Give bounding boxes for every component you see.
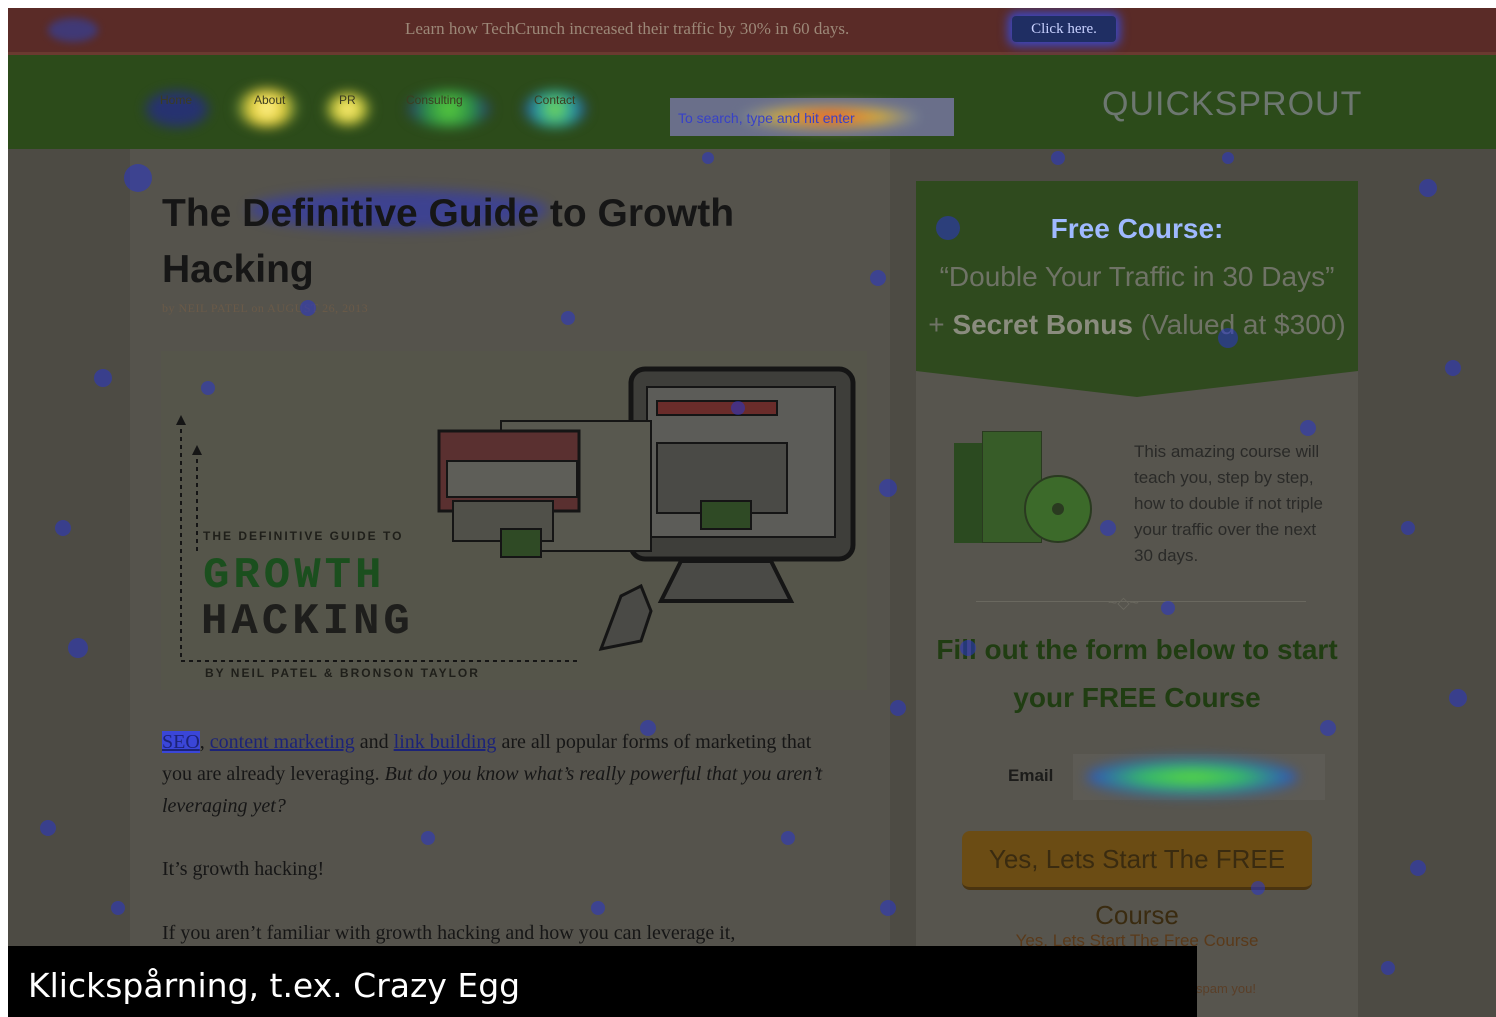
promo-text: Learn how TechCrunch increased their tra… xyxy=(405,19,850,38)
search-input[interactable]: To search, type and hit enter xyxy=(670,98,954,136)
hero-line-3: HACKING xyxy=(201,597,414,647)
hero-line-1: THE DEFINITIVE GUIDE TO xyxy=(203,529,404,543)
article-paragraph-3: If you aren’t familiar with growth hacki… xyxy=(162,922,736,944)
quicksprout-logo[interactable]: QUICKSPROUT xyxy=(1102,85,1362,124)
email-field[interactable] xyxy=(1073,754,1325,800)
article-paragraph-1: SEO, content marketing and link building… xyxy=(162,731,823,817)
course-title: “Double Your Traffic in 30 Days” xyxy=(939,261,1335,292)
heat-spot xyxy=(48,18,98,42)
ornament-icon: ~◇~ xyxy=(1108,595,1139,612)
search-placeholder: To search, type and hit enter xyxy=(678,110,855,126)
article-title[interactable]: The Definitive Guide to Growth Hacking xyxy=(162,186,862,298)
course-signup-sidebar: Free Course: “Double Your Traffic in 30 … xyxy=(916,181,1358,1017)
start-course-button[interactable]: Yes, Lets Start The FREE Course xyxy=(962,831,1312,930)
page-screenshot: Learn how TechCrunch increased their tra… xyxy=(8,8,1496,1017)
course-description: This amazing course will teach you, step… xyxy=(1134,442,1324,565)
link-link-building[interactable]: link building xyxy=(394,731,497,753)
secret-bonus: Secret Bonus xyxy=(952,309,1133,340)
hero-line-2: GROWTH xyxy=(203,551,386,601)
email-label: Email xyxy=(1008,766,1054,785)
link-seo[interactable]: SEO xyxy=(162,731,200,753)
spam-notice: spam you! xyxy=(1196,981,1256,996)
promo-button[interactable]: Click here. xyxy=(1012,16,1116,42)
nav-item-contact[interactable]: Contact xyxy=(534,93,575,107)
nav-item-pr[interactable]: PR xyxy=(339,93,356,107)
nav-item-consulting[interactable]: Consulting xyxy=(406,93,463,107)
course-box-image xyxy=(954,431,1092,547)
header-arrow xyxy=(916,371,1358,397)
disc-icon xyxy=(1024,475,1092,543)
free-course-label: Free Course: xyxy=(1050,213,1224,244)
promo-bar: Learn how TechCrunch increased their tra… xyxy=(8,8,1496,55)
form-heading: Fill out the form below to start your FR… xyxy=(936,634,1338,713)
slide-caption: Klickspårning, t.ex. Crazy Egg xyxy=(8,946,1197,1017)
sidebar-header: Free Course: “Double Your Traffic in 30 … xyxy=(916,181,1358,371)
main-nav: Home About PR Consulting Contact To sear… xyxy=(8,55,1496,149)
article-paragraph-2: It’s growth hacking! xyxy=(162,858,325,880)
valued-text: (Valued at $300) xyxy=(1140,309,1346,340)
nav-item-about[interactable]: About xyxy=(254,93,285,107)
caption-text: Klickspårning, t.ex. Crazy Egg xyxy=(28,966,521,1005)
hero-line-4: BY NEIL PATEL & BRONSON TAYLOR xyxy=(205,666,480,680)
link-content-marketing[interactable]: content marketing xyxy=(210,731,355,753)
heat-spot xyxy=(1087,758,1297,796)
hero-image: THE DEFINITIVE GUIDE TO GROWTH HACKING B… xyxy=(161,351,867,690)
article-byline: by NEIL PATEL on AUGUST 26, 2013 xyxy=(162,301,369,315)
divider xyxy=(976,601,1306,602)
nav-item-home[interactable]: Home xyxy=(160,93,192,107)
